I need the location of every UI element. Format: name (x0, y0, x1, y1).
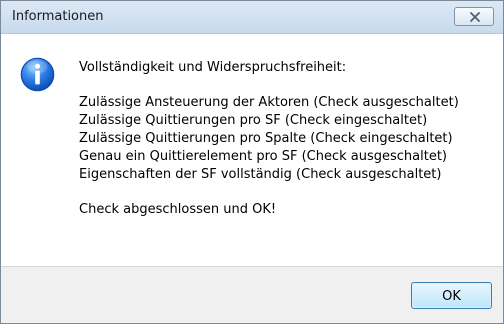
message-spacer-2 (79, 184, 494, 201)
check-line-5: Eigenschaften der SF vollständig (Check … (79, 167, 442, 182)
button-footer: OK (1, 266, 503, 323)
check-line-1: Zulässige Ansteuerung der Aktoren (Check… (79, 95, 459, 110)
message-text: Vollständigkeit und Widerspruchsfreiheit… (79, 59, 494, 219)
information-dialog: Informationen Vollständigkeit und Widers… (0, 0, 504, 324)
check-line-4: Genau ein Quittierelement pro SF (Check … (79, 149, 447, 164)
info-icon (20, 57, 55, 92)
message-heading: Vollständigkeit und Widerspruchsfreiheit… (79, 60, 347, 75)
title-bar[interactable]: Informationen (1, 1, 503, 34)
close-button[interactable] (454, 7, 494, 26)
check-line-2: Zulässige Quittierungen pro SF (Check ei… (79, 113, 428, 128)
close-icon (470, 12, 480, 22)
ok-button[interactable]: OK (411, 282, 492, 309)
window-title: Informationen (12, 9, 104, 24)
result-line: Check abgeschlossen und OK! (79, 202, 277, 217)
message-spacer (79, 77, 494, 94)
message-area: Vollständigkeit und Widerspruchsfreiheit… (1, 34, 503, 266)
check-line-3: Zulässige Quittierungen pro Spalte (Chec… (79, 131, 453, 146)
